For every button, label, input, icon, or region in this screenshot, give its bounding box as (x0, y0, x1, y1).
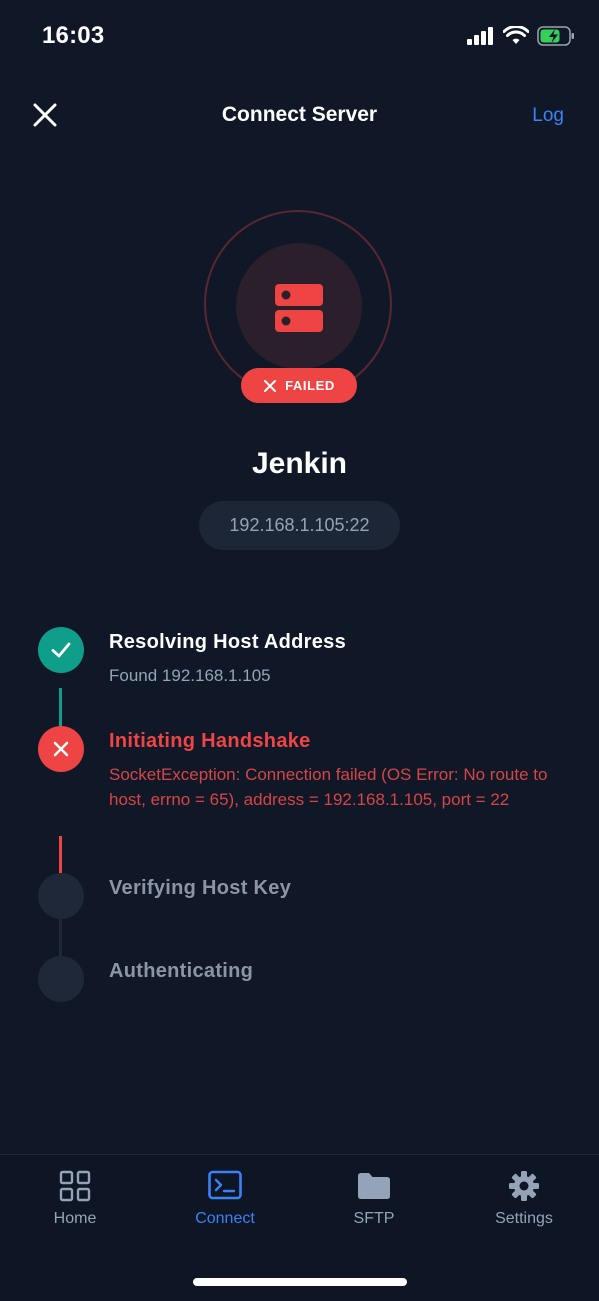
home-indicator (193, 1278, 407, 1286)
step-title: Resolving Host Address (109, 631, 347, 653)
grid-icon (59, 1170, 91, 1202)
check-icon (51, 642, 71, 658)
wifi-icon (503, 26, 529, 44)
tab-settings[interactable]: Settings (464, 1170, 584, 1228)
step-pending-indicator (38, 873, 84, 919)
status-badge-label: FAILED (285, 378, 335, 393)
tab-home[interactable]: Home (15, 1170, 135, 1228)
x-icon (53, 741, 69, 757)
server-name: Jenkin (251, 447, 348, 480)
status-badge: FAILED (241, 368, 357, 403)
server-icon (274, 283, 324, 338)
step-title: Verifying Host Key (109, 877, 292, 899)
tab-label: Connect (195, 1210, 255, 1227)
step-title: Initiating Handshake (109, 730, 311, 752)
step-error-indicator (38, 726, 84, 772)
terminal-icon (208, 1170, 242, 1200)
folder-icon (358, 1173, 390, 1199)
server-address: 192.168.1.105:22 (199, 501, 400, 550)
tab-connect[interactable]: Connect (165, 1170, 285, 1228)
status-icons (467, 26, 575, 46)
step-success-indicator (38, 627, 84, 673)
status-time: 16:03 (42, 22, 105, 49)
step-connector (59, 919, 62, 959)
battery-charging-icon (537, 26, 574, 46)
tab-label: Settings (495, 1210, 553, 1227)
x-icon (264, 379, 277, 392)
step-error-detail: SocketException: Connection failed (OS E… (109, 765, 548, 809)
gear-icon (509, 1171, 539, 1201)
step-title: Authenticating (109, 960, 254, 982)
page-title: Connect Server (221, 103, 378, 126)
step-detail: Found 192.168.1.105 (109, 666, 271, 685)
step-connector (59, 688, 62, 728)
log-button[interactable]: Log (532, 105, 564, 127)
tab-label: Home (53, 1210, 97, 1227)
step-pending-indicator (38, 956, 84, 1002)
step-connector (59, 836, 62, 873)
tab-label: SFTP (353, 1210, 395, 1227)
tab-sftp[interactable]: SFTP (314, 1170, 434, 1228)
signal-icon (467, 27, 493, 45)
